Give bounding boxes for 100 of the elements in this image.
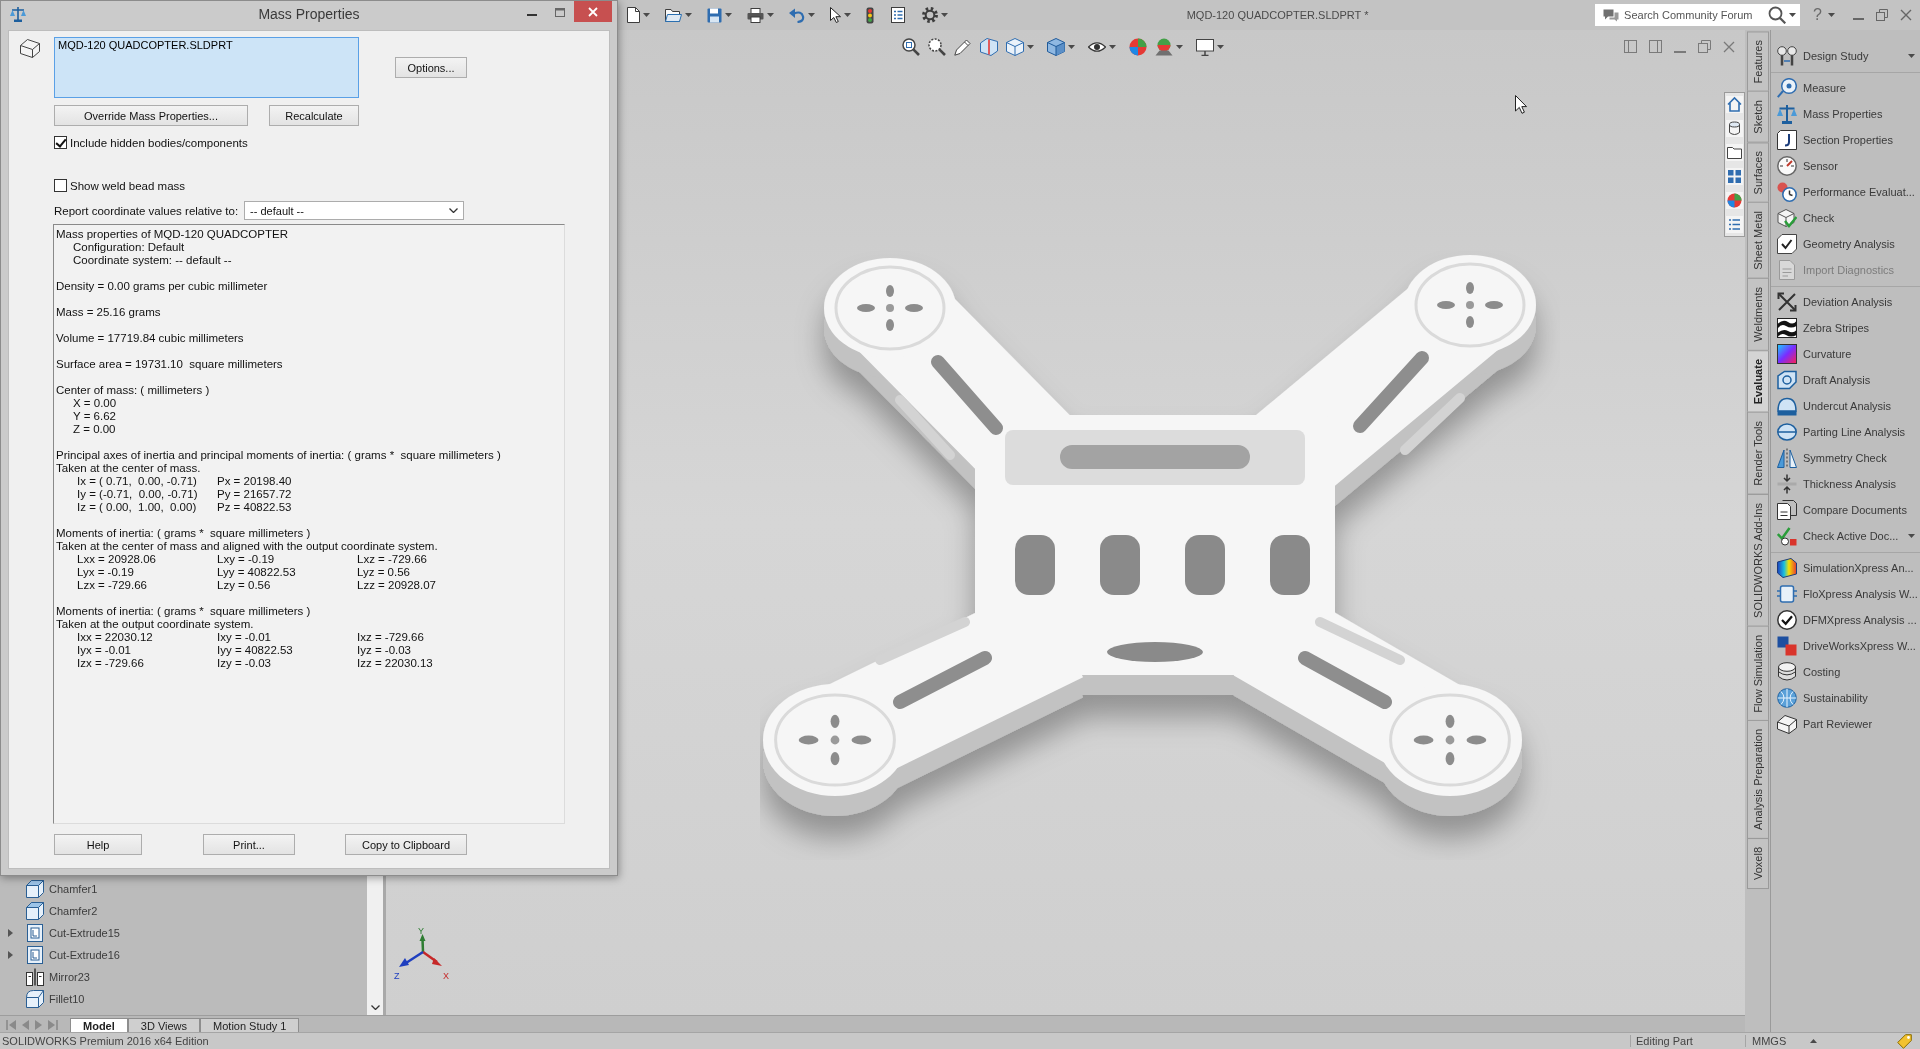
command-button[interactable]: Symmetry Check <box>1777 447 1887 469</box>
expand-arrow-icon[interactable] <box>8 951 13 959</box>
dialog-button[interactable]: Help <box>54 834 142 855</box>
caret-icon[interactable] <box>1068 45 1075 49</box>
tree-item[interactable]: Cut-Extrude16 <box>26 945 120 965</box>
command-button[interactable]: Deviation Analysis <box>1777 291 1893 313</box>
search-field[interactable]: Search Community Forum <box>1595 4 1801 26</box>
curved-arrow-icon[interactable] <box>789 7 805 23</box>
expand-arrow-icon[interactable] <box>8 929 13 937</box>
pointer-icon[interactable] <box>830 7 841 23</box>
command-button[interactable]: Part Reviewer <box>1777 713 1873 735</box>
house-icon[interactable] <box>1726 96 1743 113</box>
command-button[interactable]: Zebra Stripes <box>1777 317 1870 339</box>
gear-icon[interactable] <box>922 7 938 23</box>
override-button[interactable]: Override Mass Properties... <box>54 105 248 126</box>
command-button[interactable]: Draft Analysis <box>1777 369 1871 391</box>
sliced-cube-icon[interactable] <box>980 38 998 56</box>
cube-icon[interactable] <box>1006 38 1024 56</box>
checkbox-label[interactable]: Include hidden bodies/components <box>70 136 248 149</box>
checkbox[interactable] <box>54 179 67 192</box>
dialog-button[interactable]: Copy to Clipboard <box>345 834 467 855</box>
command-button[interactable]: Curvature <box>1777 343 1852 365</box>
command-tab[interactable]: Sheet Metal <box>1747 202 1769 280</box>
checkbox-label[interactable]: Show weld bead mass <box>70 179 186 192</box>
minimize-icon[interactable] <box>1674 50 1686 53</box>
command-tab[interactable]: SOLIDWORKS Add-Ins <box>1747 493 1769 627</box>
tree-item[interactable]: Fillet10 <box>26 989 85 1009</box>
caret-icon[interactable] <box>1908 534 1915 538</box>
units-button[interactable]: MMGS <box>1752 1035 1787 1047</box>
command-button[interactable]: Undercut Analysis <box>1777 395 1892 417</box>
window-right-icon[interactable] <box>1649 40 1662 53</box>
dialog-button[interactable]: Print... <box>203 834 295 855</box>
magnifier-icon[interactable] <box>928 38 946 56</box>
command-tab[interactable]: Voxel8 <box>1747 838 1769 890</box>
command-button[interactable]: Measure <box>1777 77 1846 99</box>
caret-icon[interactable] <box>643 13 650 17</box>
command-tab[interactable]: Features <box>1747 31 1769 93</box>
options-button[interactable]: Options... <box>395 57 467 78</box>
command-button[interactable]: Geometry Analysis <box>1777 233 1895 255</box>
command-tab[interactable]: Surfaces <box>1747 142 1769 204</box>
close-button[interactable] <box>574 1 612 22</box>
command-button[interactable]: Check Active Doc... <box>1777 525 1899 547</box>
command-button[interactable]: Section Properties <box>1777 129 1893 151</box>
command-tab[interactable]: Evaluate <box>1747 350 1769 414</box>
color-ball-icon[interactable] <box>1726 192 1743 209</box>
document-tab[interactable]: 3D Views <box>127 1018 201 1032</box>
caret-icon[interactable] <box>1217 45 1224 49</box>
command-button[interactable]: Design Study <box>1777 45 1869 67</box>
command-button[interactable]: Compare Documents <box>1777 499 1907 521</box>
folder-icon[interactable] <box>1726 144 1743 161</box>
command-tab[interactable]: Weldments <box>1747 278 1769 351</box>
shaded-cube-icon[interactable] <box>1047 38 1065 56</box>
tree-item[interactable]: Cut-Extrude15 <box>26 923 120 943</box>
tree-item[interactable]: Chamfer2 <box>26 901 98 921</box>
restore-icon[interactable] <box>1698 40 1711 53</box>
command-button[interactable]: DFMXpress Analysis ... <box>1777 609 1917 631</box>
tree-item[interactable]: Mirror23 <box>26 967 90 987</box>
command-button[interactable]: Sustainability <box>1777 687 1868 709</box>
command-button[interactable]: Parting Line Analysis <box>1777 421 1906 443</box>
magnifier-icon[interactable] <box>902 38 920 56</box>
traffic-light-icon[interactable] <box>866 6 874 24</box>
list-icon[interactable] <box>1726 216 1743 233</box>
command-button[interactable]: SimulationXpress An... <box>1777 557 1914 579</box>
command-tab[interactable]: Sketch <box>1747 91 1769 144</box>
window-left-icon[interactable] <box>1624 40 1637 53</box>
document-tab[interactable]: Model <box>70 1018 128 1032</box>
tag-icon[interactable] <box>1897 1033 1912 1049</box>
tree-item[interactable]: Chamfer1 <box>26 879 98 899</box>
coordinate-dropdown[interactable]: -- default -- <box>244 201 465 220</box>
pencil-icon[interactable] <box>954 38 972 56</box>
monitor-icon[interactable] <box>1196 38 1214 56</box>
selection-item[interactable]: MQD-120 QUADCOPTER.SLDPRT <box>58 39 233 51</box>
caret-icon[interactable] <box>1908 54 1915 58</box>
caret-icon[interactable] <box>685 13 692 17</box>
caret-icon[interactable] <box>1027 45 1034 49</box>
command-button[interactable]: FloXpress Analysis W... <box>1777 583 1918 605</box>
caret-icon[interactable] <box>1789 13 1797 17</box>
command-button[interactable]: Sensor <box>1777 155 1838 177</box>
grid-icon[interactable] <box>1726 168 1743 185</box>
command-button[interactable]: Performance Evaluat... <box>1777 181 1915 203</box>
cylinder-icon[interactable] <box>1726 120 1743 137</box>
printer-icon[interactable] <box>747 7 764 23</box>
search-icon[interactable] <box>1768 6 1787 24</box>
list-icon[interactable] <box>891 7 905 23</box>
eye-icon[interactable] <box>1088 41 1106 53</box>
caret-icon[interactable] <box>1176 45 1183 49</box>
document-tab[interactable]: Motion Study 1 <box>200 1018 300 1032</box>
folder-icon[interactable] <box>665 8 682 22</box>
checkbox[interactable] <box>54 136 67 149</box>
command-tab[interactable]: Flow Simulation <box>1747 625 1769 722</box>
chevron-down-icon[interactable] <box>370 1005 380 1010</box>
color-ball-icon[interactable] <box>1129 38 1147 56</box>
recalculate-button[interactable]: Recalculate <box>269 105 359 126</box>
command-button[interactable]: Costing <box>1777 661 1841 683</box>
command-button[interactable]: Thickness Analysis <box>1777 473 1896 495</box>
selection-box[interactable]: MQD-120 QUADCOPTER.SLDPRT <box>54 37 359 98</box>
command-tab[interactable]: Render Tools <box>1747 412 1769 495</box>
caret-icon[interactable] <box>941 13 948 17</box>
color-ball-stand-icon[interactable] <box>1155 38 1173 56</box>
caret-icon[interactable] <box>1810 1039 1818 1043</box>
